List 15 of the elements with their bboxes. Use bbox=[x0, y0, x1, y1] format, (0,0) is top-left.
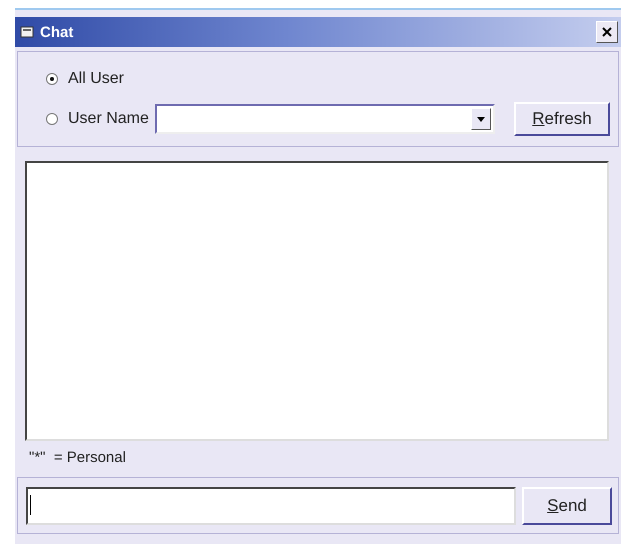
radio-button[interactable] bbox=[46, 113, 58, 125]
send-button[interactable]: Send bbox=[522, 486, 612, 524]
close-button[interactable] bbox=[596, 21, 618, 43]
user-name-dropdown[interactable] bbox=[154, 104, 495, 134]
refresh-button[interactable]: Refresh bbox=[514, 102, 610, 136]
radio-button[interactable] bbox=[46, 73, 58, 85]
dropdown-arrow-button[interactable] bbox=[470, 108, 491, 130]
caret-icon bbox=[476, 116, 485, 122]
close-icon bbox=[602, 27, 612, 37]
message-input[interactable] bbox=[26, 486, 516, 524]
window-icon bbox=[20, 25, 36, 39]
window-title: Chat bbox=[40, 24, 74, 40]
legend-text: "*" = Personal bbox=[29, 449, 127, 468]
radio-label[interactable]: User Name bbox=[68, 110, 149, 128]
radio-label[interactable]: All User bbox=[68, 70, 124, 88]
